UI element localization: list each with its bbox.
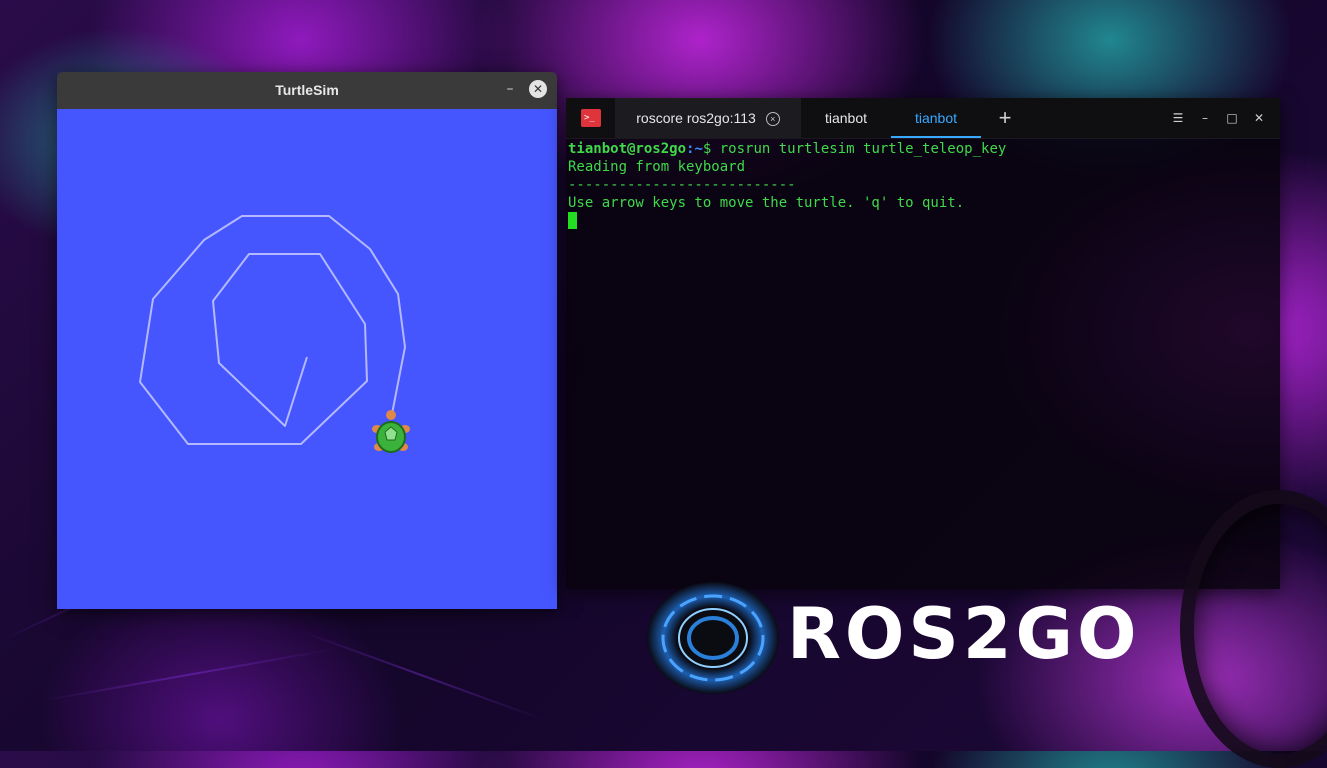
output-line: Use arrow keys to move the turtle. 'q' t… <box>568 195 965 211</box>
minimize-button[interactable]: – <box>501 80 519 98</box>
prompt-user: tianbot@ros2go <box>568 141 687 157</box>
prompt-path: :~ <box>686 141 703 157</box>
turtlesim-titlebar[interactable]: TurtleSim – ✕ <box>57 72 557 109</box>
turtle-path-layer <box>139 215 410 453</box>
background-streak <box>39 647 336 702</box>
prompt-symbol: $ <box>702 141 720 157</box>
turtle-trail <box>139 215 406 445</box>
text-cursor <box>568 212 577 229</box>
output-line: Reading from keyboard <box>568 159 746 175</box>
tab-tianbot-2-active[interactable]: tianbot <box>891 98 981 138</box>
ros2go-logo-text: ROS2GO <box>787 593 1141 675</box>
maximize-button[interactable]: □ <box>1224 110 1240 126</box>
terminal-output[interactable]: tianbot@ros2go:~$ rosrun turtlesim turtl… <box>568 140 1280 589</box>
ros2go-ring-icon <box>647 582 779 694</box>
turtlesim-canvas <box>57 109 557 609</box>
output-line: --------------------------- <box>568 177 796 193</box>
close-button[interactable]: ✕ <box>529 80 547 98</box>
background-streak <box>299 630 545 721</box>
tab-tianbot-1[interactable]: tianbot <box>801 98 891 138</box>
terminal-window: >_ roscore ros2go:113 × tianbot tianbot … <box>566 98 1280 589</box>
cursor-line <box>568 212 1280 230</box>
tab-label: roscore ros2go:113 <box>636 110 756 126</box>
tab-roscore[interactable]: roscore ros2go:113 × <box>615 98 801 138</box>
terminal-icon[interactable]: >_ <box>581 109 601 127</box>
tab-close-icon[interactable]: × <box>765 112 780 127</box>
command-text: rosrun turtlesim turtle_teleop_key <box>719 141 1007 157</box>
command-line: tianbot@ros2go:~$ rosrun turtlesim turtl… <box>568 140 1280 158</box>
turtle-icon <box>372 410 410 453</box>
add-tab-button[interactable]: + <box>981 98 1029 138</box>
menu-icon[interactable]: ☰ <box>1170 110 1186 126</box>
tab-bar: >_ roscore ros2go:113 × tianbot tianbot … <box>566 98 1280 139</box>
minimize-button[interactable]: – <box>1197 110 1213 126</box>
turtlesim-window: TurtleSim – ✕ <box>57 72 557 609</box>
close-button[interactable]: ✕ <box>1251 110 1267 126</box>
window-title: TurtleSim <box>275 82 339 98</box>
